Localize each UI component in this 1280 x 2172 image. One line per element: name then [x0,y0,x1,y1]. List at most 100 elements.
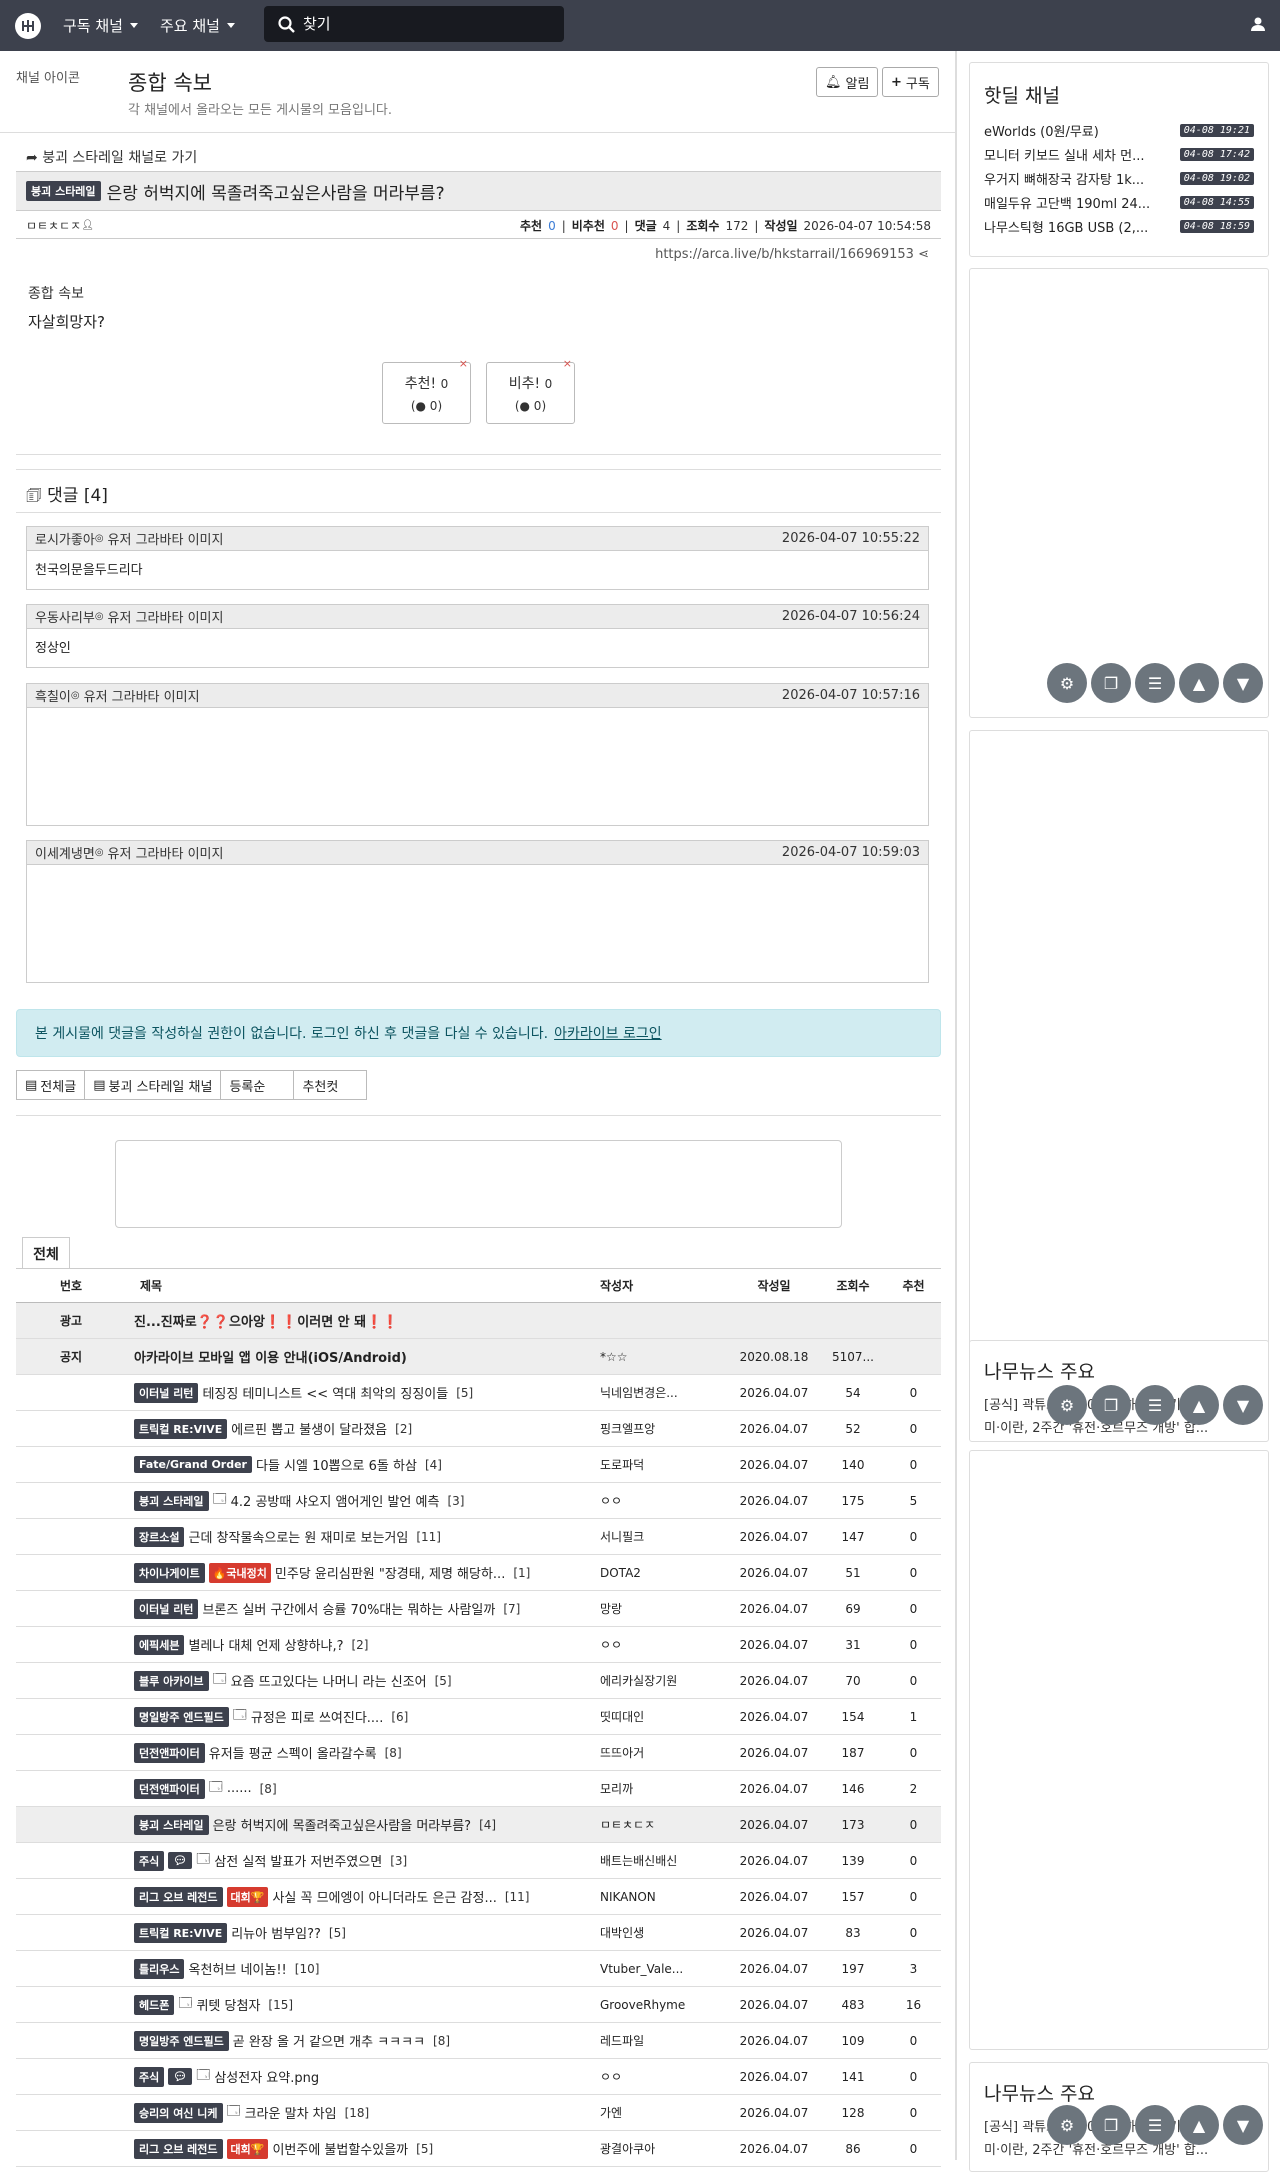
row-title[interactable]: 사실 꼭 므에엥이 아니더라도 은근 감정... [272,1887,496,1906]
row-title-cell[interactable]: 붕괴 스타레일 🗔 4.2 공방때 샤오지 앰어게인 발언 예측 [3] [126,1490,600,1512]
row-category-badge[interactable]: 주식 [134,1850,165,1871]
arrow-up-icon[interactable]: ▲ [1179,1385,1219,1425]
hotdeal-item[interactable]: 우거지 뼈해장국 감자탕 1k... 04-08 19:02 [984,170,1254,188]
row-author[interactable]: 핑크엘프앙 [600,1420,728,1437]
row-title[interactable]: 다들 시엘 10뽑으로 6돌 하삼 [256,1455,417,1474]
row-author[interactable]: 에리카실장기원 [600,1672,728,1689]
post-author[interactable]: ㅁㅌㅊㄷㅈ [26,217,81,234]
arrow-down-icon[interactable]: ▼ [1223,663,1263,703]
copy-icon[interactable]: ❐ [1091,1385,1131,1425]
arrow-down-icon[interactable]: ▼ [1223,1385,1263,1425]
row-author[interactable]: 대박인생 [600,1924,728,1941]
row-title-cell[interactable]: 던전앤파이터 🗔...... [8] [126,1778,600,1800]
table-row[interactable]: 에픽세븐 별레나 대체 언제 상향하냐,? [2] ㅇㅇ 2026.04.07 31 0 [16,1627,941,1663]
row-title[interactable]: 진...진짜로❓❓으아앙❗❗이러면 안 돼❗❗ [134,1311,399,1330]
arrow-up-icon[interactable]: ▲ [1179,663,1219,703]
hotdeal-item[interactable]: 모니터 키보드 실내 세차 먼... 04-08 17:42 [984,146,1254,164]
table-row[interactable]: 리그 오브 레전드 대회🏆 사실 꼭 므에엥이 아니더라도 은근 감정... [11]… [16,1879,941,1915]
table-row[interactable]: 명일방주 엔드필드 🗔 규정은 피로 쓰여진다.... [6] 띳띠대인 2026.04.… [16,1699,941,1735]
post-category-badge[interactable]: 붕괴 스타레일 [26,181,101,201]
row-title[interactable]: 테징징 테미니스트 << 역대 최악의 징징이들 [202,1383,448,1402]
row-category-badge[interactable]: 이터널 리턴 [134,1598,199,1619]
row-title-cell[interactable]: Fate/Grand Order 다들 시엘 10뽑으로 6돌 하삼 [4] [126,1455,600,1474]
row-category-badge[interactable]: Fate/Grand Order [134,1456,252,1473]
row-title[interactable]: 삼성전자 요약.png [214,2067,319,2086]
row-category-badge[interactable]: 명일방주 엔드필드 [134,1706,229,1727]
row-author[interactable]: 레드파일 [600,2032,728,2049]
row-title[interactable]: 크라운 말차 차임 [245,2103,337,2122]
row-category-badge[interactable]: 던전앤파이터 [134,1742,205,1763]
row-author[interactable]: 광결아쿠아 [600,2140,728,2157]
row-title[interactable]: 별레나 대체 언제 상향하냐,? [188,1635,343,1654]
row-title-cell[interactable]: 주식 💬︎ 🗔 삼전 실적 발표가 저번주였으면 [3] [126,1850,600,1872]
arrow-down-icon[interactable]: ▼ [1223,2105,1263,2145]
back-to-channel-link[interactable]: ➦ 붕괴 스타레일 채널로 가기 [26,147,197,167]
hotdeal-item[interactable]: 매일두유 고단백 190ml 24... 04-08 14:55 [984,194,1254,212]
row-author[interactable]: ㅇㅇ [600,1492,728,1509]
table-row[interactable]: 붕괴 스타레일 🗔 4.2 공방때 샤오지 앰어게인 발언 예측 [3] ㅇㅇ 2026.… [16,1483,941,1519]
row-category-badge[interactable]: 에픽세븐 [134,1634,185,1655]
main-channels-menu[interactable]: 주요 채널 [160,15,235,36]
user-icon[interactable] [1250,16,1266,36]
row-category-badge[interactable]: 붕괴 스타레일 [134,1490,209,1511]
row-category-badge[interactable]: 리그 오브 레전드 [134,2138,223,2159]
list-icon[interactable]: ☰ [1135,1385,1175,1425]
row-title[interactable]: 규정은 피로 쓰여진다.... [251,1707,383,1726]
row-category-badge[interactable]: 헤드폰 [134,1994,175,2015]
settings-icon[interactable]: ⚙ [1047,2105,1087,2145]
alarm-button[interactable]: 🔔︎ 알림 [816,67,879,97]
table-row[interactable]: 광고 진...진짜로❓❓으아앙❗❗이러면 안 돼❗❗ [16,1303,941,1339]
subscribe-button[interactable]: + 구독 [882,67,939,97]
filter-rec-cut[interactable]: 추천컷 [293,1070,368,1100]
list-icon[interactable]: ☰ [1135,663,1175,703]
table-row[interactable]: 이터널 리턴 브론즈 실버 구간에서 승률 70%대는 뭐하는 사람일까 [7] 망랑… [16,1591,941,1627]
table-row[interactable]: 트릭컬 RE:VIVE 에르핀 뽑고 불생이 달라졌음 [2] 핑크엘프앙 2026.0… [16,1411,941,1447]
table-row[interactable]: 공지 아카라이브 모바일 앱 이용 안내(iOS/Android) *☆☆ 2020.… [16,1339,941,1375]
row-title[interactable]: 근데 창작물속으로는 원 재미로 보는거임 [188,1527,408,1546]
row-author[interactable]: 망랑 [600,1600,728,1617]
comment-author[interactable]: 이세계냉면 [35,843,95,862]
row-author[interactable]: GrooveRhyme [600,1998,728,2012]
table-row[interactable]: 붕괴 스타레일 은랑 허벅지에 목졸려죽고싶은사람을 머라부름? [4] ㅁㅌㅊㄷㅈ 2… [16,1807,941,1843]
arrow-up-icon[interactable]: ▲ [1179,2105,1219,2145]
row-author[interactable]: 띳띠대인 [600,1708,728,1725]
row-title[interactable]: 에르핀 뽑고 불생이 달라졌음 [231,1419,387,1438]
row-category-badge[interactable]: 주식 [134,2066,165,2087]
table-row[interactable]: 장르소설 근데 창작물속으로는 원 재미로 보는거임 [11] 서니필크 2026.04… [16,1519,941,1555]
hotdeal-item[interactable]: eWorlds (0원/무료) 04-08 19:21 [984,122,1254,140]
row-author[interactable]: 모리까 [600,1780,728,1797]
row-category-badge[interactable]: 장르소설 [134,1526,185,1547]
row-title-cell[interactable]: 차이나게이트 🔥국내정치 민주당 윤리심판원 "장경태, 제명 해당하... [1] [126,1562,600,1583]
row-title[interactable]: 민주당 윤리심판원 "장경태, 제명 해당하... [275,1563,505,1582]
search-box[interactable] [264,6,564,42]
row-author[interactable]: 배트는배신배신 [600,1852,728,1869]
row-title[interactable]: 옥천허브 네이놈!! [188,1959,286,1978]
table-row[interactable]: 주식 💬︎ 🗔 삼성전자 요약.png ㅇㅇ 2026.04.07 141 0 [16,2059,941,2095]
settings-icon[interactable]: ⚙ [1047,1385,1087,1425]
row-title[interactable]: 퀴텟 당첨자 [196,1995,260,2014]
table-row[interactable]: 틀리우스 옥천허브 네이놈!! [10] Vtuber_Vale... 2026.04.… [16,1951,941,1987]
sidebar-ad[interactable] [969,268,1269,718]
row-category-badge[interactable]: 리그 오브 레전드 [134,1886,223,1907]
row-title[interactable]: 이번주에 불법할수있을까 [272,2139,408,2158]
row-title-cell[interactable]: 이터널 리턴 테징징 테미니스트 << 역대 최악의 징징이들 [5] [126,1382,600,1403]
filter-all-posts[interactable]: ▤ 전체글 [16,1070,86,1100]
row-category-badge[interactable]: 트릭컬 RE:VIVE [134,1922,228,1943]
table-row[interactable]: 던전앤파이터 유저들 평균 스펙이 올라갈수록 [8] 뜨뜨아거 2026.04.07 1… [16,1735,941,1771]
row-author[interactable]: ㅇㅇ [600,1636,728,1653]
row-category-badge[interactable]: 이터널 리턴 [134,1382,199,1403]
comment-author[interactable]: 흑칠이 [35,686,71,705]
copy-icon[interactable]: ❐ [1091,663,1131,703]
row-author[interactable]: DOTA2 [600,1566,728,1580]
row-title-cell[interactable]: 승리의 여신 니케 🗔 크라운 말차 차임 [18] [126,2102,600,2124]
row-author[interactable]: *☆☆ [600,1350,728,1364]
row-title[interactable]: 유저들 평균 스펙이 올라갈수록 [209,1743,377,1762]
comment-author[interactable]: 우동사리부 [35,607,95,626]
row-title-cell[interactable]: 이터널 리턴 브론즈 실버 구간에서 승률 70%대는 뭐하는 사람일까 [7] [126,1598,600,1619]
share-icon[interactable]: ⋖ [918,247,929,262]
row-category-badge[interactable]: 트릭컬 RE:VIVE [134,1418,228,1439]
row-author[interactable]: 가엔 [600,2104,728,2121]
row-title[interactable]: 아카라이브 모바일 앱 이용 안내(iOS/Android) [134,1347,407,1366]
table-row[interactable]: Fate/Grand Order 다들 시엘 10뽑으로 6돌 하삼 [4] 도로파덕… [16,1447,941,1483]
row-title[interactable]: 요즘 뜨고있다는 나머니 라는 신조어 [231,1671,427,1690]
